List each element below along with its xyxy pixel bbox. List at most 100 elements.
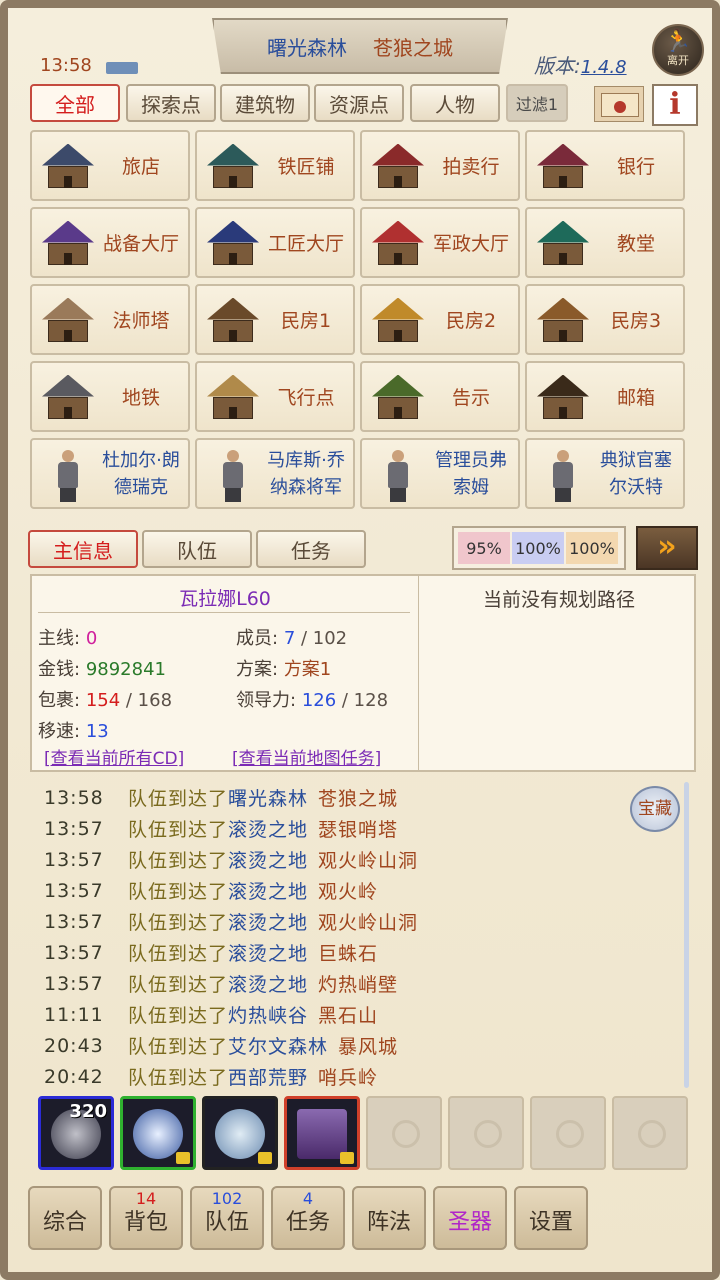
building-icon [36,215,100,271]
mail-button[interactable] [594,86,644,122]
building-cell[interactable]: 旅店 [30,130,190,201]
speed-option-1[interactable]: 95% [458,532,510,564]
npc-cell[interactable]: 管理员弗 索姆 [360,438,520,509]
building-cell[interactable]: 民房1 [195,284,355,355]
log-entry: 13:58 队伍到达了 曙光森林 苍狼之城 [44,786,399,811]
npc-portrait-icon [201,446,265,502]
tab-quests[interactable]: 任务 [256,530,366,568]
location-label: 民房1 [280,310,332,332]
empty-item-slot[interactable] [612,1096,688,1170]
log-scrollbar[interactable] [684,782,689,1088]
building-icon [531,369,595,425]
filter-tab-buildings[interactable]: 建筑物 [220,84,310,122]
filter-tab-people[interactable]: 人物 [410,84,500,122]
building-icon [366,138,430,194]
lock-icon [340,1152,354,1164]
building-cell[interactable]: 飞行点 [195,361,355,432]
nav-button[interactable]: 102 队伍 [190,1186,264,1250]
travel-log: 13:58 队伍到达了 曙光森林 苍狼之城 13:57 队伍到达了 滚烫之地 瑟银哨塔 13:5… [38,782,678,1090]
building-icon [36,292,100,348]
lock-icon [176,1152,190,1164]
location-label: 银行 [616,156,655,178]
building-icon [366,369,430,425]
stat-move-speed: 移速: 13 [38,721,109,742]
building-cell[interactable]: 战备大厅 [30,207,190,278]
version-number[interactable]: 1.4.8 [581,57,627,78]
nav-button[interactable]: 设置 [514,1186,588,1250]
nav-badge: 14 [135,1189,157,1208]
filter-tab-resources[interactable]: 资源点 [314,84,404,122]
building-icon [531,292,595,348]
route-status: 当前没有规划路径 [482,589,635,611]
location-label: 铁匠铺 [277,156,335,178]
item-slot[interactable] [202,1096,278,1170]
nav-button[interactable]: 4 任务 [271,1186,345,1250]
filter-tab-explore[interactable]: 探索点 [126,84,216,122]
item-slot[interactable] [284,1096,360,1170]
speed-option-3[interactable]: 100% [566,532,618,564]
item-slot[interactable]: 320 [38,1096,114,1170]
nav-label: 圣器 [447,1210,492,1235]
fast-forward-button[interactable]: » [636,526,698,570]
building-cell[interactable]: 民房3 [525,284,685,355]
building-cell[interactable]: 拍卖行 [360,130,520,201]
empty-item-slot[interactable] [366,1096,442,1170]
clock: 13:58 [40,55,92,76]
npc-cell[interactable]: 典狱官塞 尔沃特 [525,438,685,509]
building-cell[interactable]: 法师塔 [30,284,190,355]
crystal-icon [133,1109,183,1159]
view-map-quests-link[interactable]: [查看当前地图任务] [232,744,381,769]
filter-tab-all[interactable]: 全部 [30,84,120,122]
building-cell[interactable]: 邮箱 [525,361,685,432]
building-icon [36,369,100,425]
location-label: 军政大厅 [432,233,509,255]
location-label: 杜加尔·朗 德瑞克 [102,449,180,498]
log-entry: 13:57 队伍到达了 滚烫之地 瑟银哨塔 [44,817,399,842]
divider [38,612,410,613]
building-cell[interactable]: 民房2 [360,284,520,355]
npc-cell[interactable]: 马库斯·乔 纳森将军 [195,438,355,509]
building-cell[interactable]: 军政大厅 [360,207,520,278]
speed-selector: 95% 100% 100% [452,526,626,570]
location-label: 典狱官塞 尔沃特 [600,449,672,498]
empty-item-slot[interactable] [448,1096,524,1170]
nav-button[interactable]: 14 背包 [109,1186,183,1250]
nav-button[interactable]: 圣器 [433,1186,507,1250]
building-icon [531,138,595,194]
building-cell[interactable]: 地铁 [30,361,190,432]
filter-button[interactable]: 过滤1 [506,84,568,122]
view-cd-link[interactable]: [查看当前所有CD] [44,744,184,769]
npc-portrait-icon [531,446,595,502]
npc-cell[interactable]: 杜加尔·朗 德瑞克 [30,438,190,509]
speed-option-2[interactable]: 100% [512,532,564,564]
empty-item-slot[interactable] [530,1096,606,1170]
leave-button[interactable]: 🏃 离开 [652,24,704,76]
tab-team[interactable]: 队伍 [142,530,252,568]
building-cell[interactable]: 教堂 [525,207,685,278]
log-entry: 13:57 队伍到达了 滚烫之地 观火岭 [44,879,379,904]
building-cell[interactable]: 银行 [525,130,685,201]
building-cell[interactable]: 告示 [360,361,520,432]
info-button[interactable]: i [652,84,698,126]
chest-icon [297,1109,347,1159]
building-cell[interactable]: 工匠大厅 [195,207,355,278]
tab-main-info[interactable]: 主信息 [28,530,138,568]
building-icon [36,138,100,194]
building-cell[interactable]: 铁匠铺 [195,130,355,201]
place-name: 苍狼之城 [373,35,453,60]
nav-label: 任务 [285,1210,330,1235]
log-entry: 13:57 队伍到达了 滚烫之地 巨蛛石 [44,941,379,966]
item-slot[interactable] [120,1096,196,1170]
divider [418,576,419,770]
treasure-button[interactable]: 宝藏 [630,786,680,832]
nav-button[interactable]: 综合 [28,1186,102,1250]
location-label: 旅店 [121,156,160,178]
location-label: 民房3 [610,310,662,332]
stat-main-line: 主线: 0 [38,628,98,649]
location-grid: 旅店 铁匠铺 拍卖行 银行战备大厅 工匠大厅 军政大厅 教堂法师塔 民房1 民房2 民房3 地铁 飞行… [30,130,692,520]
nav-label: 阵法 [366,1210,411,1235]
log-entry: 11:11 队伍到达了 灼热峡谷 黑石山 [44,1003,379,1028]
nav-button[interactable]: 阵法 [352,1186,426,1250]
log-entry: 20:43 队伍到达了 艾尔文森林 暴风城 [44,1034,399,1059]
log-entry: 13:57 队伍到达了 滚烫之地 观火岭山洞 [44,910,419,935]
